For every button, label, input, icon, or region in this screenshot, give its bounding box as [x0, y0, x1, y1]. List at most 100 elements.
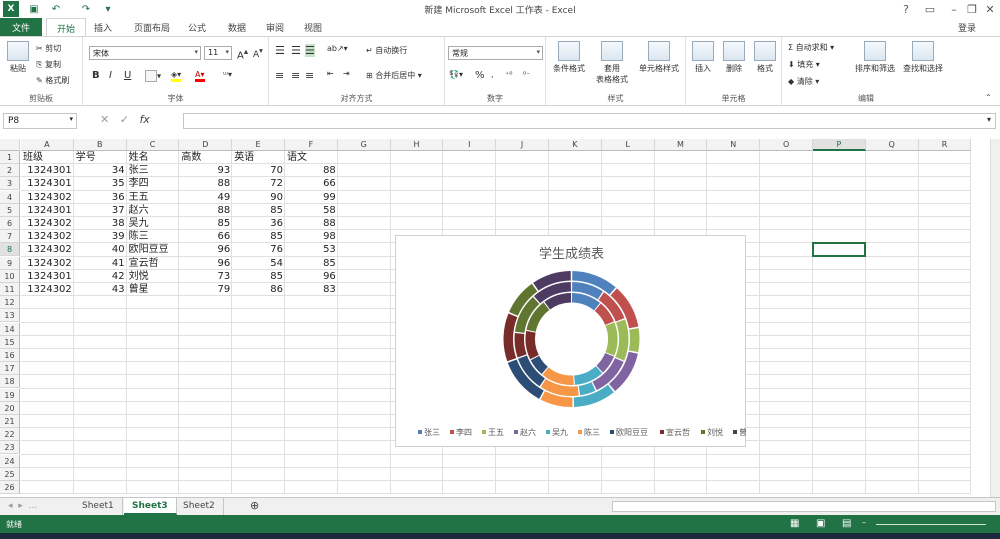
enter-icon[interactable]: ✓	[120, 113, 129, 126]
fill-button[interactable]: ⬇ 填充 ▾	[788, 59, 820, 70]
column-header-l[interactable]: L	[601, 139, 655, 151]
fill-color-icon[interactable]: ◈▾	[171, 70, 182, 82]
number-format-select[interactable]: 常规 ▾	[448, 46, 543, 60]
cell-a4[interactable]: 1324302	[21, 191, 74, 204]
cell-f11[interactable]: 83	[285, 283, 338, 296]
row-header-4[interactable]: 4	[0, 190, 20, 204]
column-header-h[interactable]: H	[390, 139, 444, 151]
horizontal-scrollbar[interactable]	[612, 501, 996, 512]
cell-c9[interactable]: 宣云哲	[127, 257, 180, 270]
cell-e3[interactable]: 72	[232, 177, 285, 190]
select-all-corner[interactable]	[0, 139, 20, 151]
column-header-f[interactable]: F	[285, 139, 338, 151]
row-header-20[interactable]: 20	[0, 401, 20, 415]
column-header-n[interactable]: N	[707, 139, 761, 151]
cell-d2[interactable]: 93	[179, 164, 232, 177]
align-top-icon[interactable]: ☰	[275, 44, 285, 57]
column-header-d[interactable]: D	[179, 139, 233, 151]
login-link[interactable]: 登录	[948, 18, 986, 36]
row-header-21[interactable]: 21	[0, 415, 20, 428]
tab-review[interactable]: 审阅	[256, 18, 294, 36]
expand-formula-icon[interactable]: ▾	[987, 115, 991, 124]
cell-f2[interactable]: 88	[285, 164, 338, 177]
row-header-26[interactable]: 26	[0, 481, 20, 494]
cell-b1[interactable]: 学号	[74, 151, 127, 164]
row-header-17[interactable]: 17	[0, 362, 20, 376]
name-box[interactable]: P8 ▾	[3, 113, 77, 129]
cell-d9[interactable]: 96	[179, 257, 232, 270]
sheet-tab-sheet1[interactable]: Sheet1	[74, 498, 123, 515]
cell-d8[interactable]: 96	[179, 243, 232, 256]
indent-decrease-icon[interactable]: ⇤	[327, 69, 334, 78]
font-name-select[interactable]: 宋体 ▾	[89, 46, 201, 60]
phonetic-icon[interactable]: ᵚ▾	[223, 70, 232, 79]
cell-c6[interactable]: 吴九	[127, 217, 180, 230]
format-as-table-button[interactable]: 套用 表格格式	[590, 41, 634, 85]
increase-decimal-icon[interactable]: ⁺⁰	[505, 70, 512, 79]
align-center-icon[interactable]: ≡	[291, 69, 300, 82]
cell-b7[interactable]: 39	[74, 230, 127, 243]
insert-function-button[interactable]: fx	[139, 113, 149, 126]
conditional-format-button[interactable]: 条件格式	[548, 41, 590, 74]
cell-e2[interactable]: 70	[232, 164, 285, 177]
border-icon[interactable]: ▾	[145, 70, 161, 82]
paste-button[interactable]: 粘贴	[4, 41, 32, 74]
tab-insert[interactable]: 插入	[84, 18, 122, 36]
cell-c8[interactable]: 欧阳豆豆	[127, 243, 180, 256]
sheet-tab-sheet2[interactable]: Sheet2	[175, 498, 224, 515]
row-header-23[interactable]: 23	[0, 441, 20, 455]
cell-b9[interactable]: 41	[74, 257, 127, 270]
align-middle-icon[interactable]: ☰	[291, 44, 301, 57]
cell-a7[interactable]: 1324302	[21, 230, 74, 243]
cancel-icon[interactable]: ✕	[100, 113, 109, 126]
indent-increase-icon[interactable]: ⇥	[343, 69, 350, 78]
cell-c7[interactable]: 陈三	[127, 230, 180, 243]
zoom-slider[interactable]	[876, 524, 986, 525]
underline-button[interactable]: U	[124, 70, 131, 81]
cell-b8[interactable]: 40	[74, 243, 127, 256]
row-header-12[interactable]: 12	[0, 296, 20, 310]
cell-a3[interactable]: 1324301	[21, 177, 74, 190]
zoom-out-icon[interactable]: –	[862, 518, 866, 527]
bold-button[interactable]: B	[92, 70, 100, 81]
tab-page-layout[interactable]: 页面布局	[124, 18, 180, 36]
cell-b3[interactable]: 35	[74, 177, 127, 190]
cell-d6[interactable]: 85	[179, 217, 232, 230]
cell-e5[interactable]: 85	[232, 204, 285, 217]
cell-c2[interactable]: 张三	[127, 164, 180, 177]
cell-e6[interactable]: 36	[232, 217, 285, 230]
cell-c5[interactable]: 赵六	[127, 204, 180, 217]
page-break-view-icon[interactable]: ▤	[842, 518, 851, 529]
column-header-o[interactable]: O	[760, 139, 813, 151]
align-bottom-icon[interactable]: ☰	[305, 44, 315, 57]
cell-b10[interactable]: 42	[74, 270, 127, 283]
cell-d1[interactable]: 高数	[179, 151, 232, 164]
cut-button[interactable]: ✂ 剪切	[36, 43, 61, 54]
close-button[interactable]: ✕	[978, 0, 1000, 18]
cell-a11[interactable]: 1324302	[21, 283, 74, 296]
autosum-button[interactable]: Σ 自动求和 ▾	[788, 42, 834, 53]
cell-e4[interactable]: 90	[232, 191, 285, 204]
row-header-19[interactable]: 19	[0, 388, 20, 402]
row-header-18[interactable]: 18	[0, 375, 20, 389]
cell-f4[interactable]: 99	[285, 191, 338, 204]
font-color-icon[interactable]: A▾	[195, 70, 205, 82]
help-button[interactable]: ?	[894, 0, 918, 18]
column-header-r[interactable]: R	[918, 139, 972, 151]
ribbon-display-icon[interactable]: ▭	[918, 0, 942, 18]
cell-d10[interactable]: 73	[179, 270, 232, 283]
format-cells-button[interactable]: 格式	[750, 41, 780, 74]
row-header-2[interactable]: 2	[0, 164, 20, 178]
percent-button[interactable]: %	[475, 70, 485, 81]
column-header-g[interactable]: G	[337, 139, 391, 151]
cell-f1[interactable]: 语文	[285, 151, 338, 164]
cell-f6[interactable]: 88	[285, 217, 338, 230]
sheet-tab-sheet3[interactable]: Sheet3	[124, 498, 177, 515]
tab-view[interactable]: 视图	[294, 18, 332, 36]
cell-f9[interactable]: 85	[285, 257, 338, 270]
row-header-22[interactable]: 22	[0, 428, 20, 442]
delete-cells-button[interactable]: 删除	[719, 41, 749, 74]
cell-b6[interactable]: 38	[74, 217, 127, 230]
column-header-k[interactable]: K	[549, 139, 602, 151]
cell-d5[interactable]: 88	[179, 204, 232, 217]
